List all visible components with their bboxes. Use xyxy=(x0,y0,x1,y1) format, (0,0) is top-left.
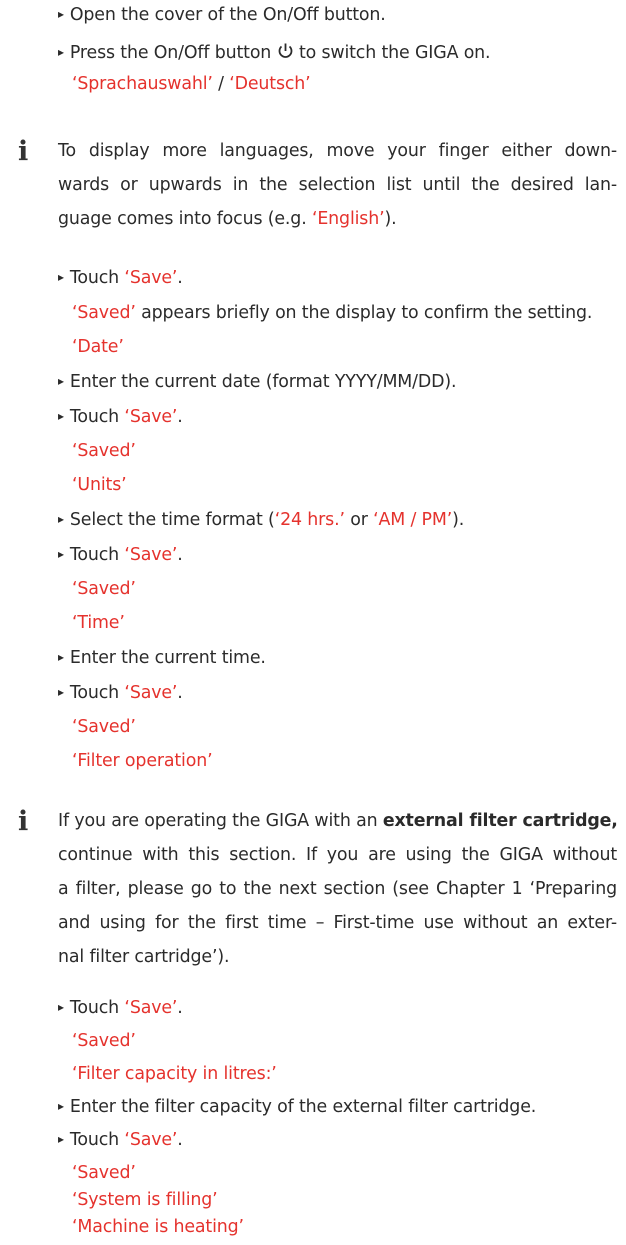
instruction-page: ▸ Open the cover of the On/Off button. ▸ P… xyxy=(0,0,626,1245)
step-touch-save: ▸ Touch ‘Save’. xyxy=(58,683,183,703)
step-touch-save: ▸ Touch ‘Save’. xyxy=(58,1130,183,1150)
display-saved: ‘Saved’ xyxy=(72,1163,136,1183)
display-saved: ‘Saved’ xyxy=(72,579,136,599)
note-languages-line1: To display more languages, move your fin… xyxy=(58,141,617,161)
step-press-power: ▸ Press the On/Off button to switch the G… xyxy=(58,43,491,63)
note-languages-line2: wards or upwards in the selection list u… xyxy=(58,175,617,195)
info-icon: i xyxy=(18,136,29,167)
display-saved: ‘Saved’ xyxy=(72,717,136,737)
note-filter-line1: If you are operating the GIGA with an ex… xyxy=(58,811,618,831)
note-filter-line5: nal filter cartridge’). xyxy=(58,947,230,967)
triangle-right-icon: ▸ xyxy=(58,685,64,699)
note-filter-line4: and using for the first time – First-tim… xyxy=(58,913,617,933)
triangle-right-icon: ▸ xyxy=(58,1132,64,1146)
display-filter-operation: ‘Filter operation’ xyxy=(72,751,213,771)
triangle-right-icon: ▸ xyxy=(58,45,64,59)
saved-confirmation: ‘Saved’ appears briefly on the display t… xyxy=(72,303,593,323)
triangle-right-icon: ▸ xyxy=(58,7,64,21)
step-enter-date: ▸ Enter the current date (format YYYY/MM/… xyxy=(58,372,457,392)
triangle-right-icon: ▸ xyxy=(58,1000,64,1014)
note-languages-line3: guage comes into focus (e.g. ‘English’). xyxy=(58,209,397,229)
power-icon xyxy=(278,43,292,58)
info-icon: i xyxy=(18,806,29,837)
step-touch-save: ▸ Touch ‘Save’. xyxy=(58,407,183,427)
note-filter-line3: a filter, please go to the next section … xyxy=(58,879,617,899)
step-touch-save: ▸ Touch ‘Save’. xyxy=(58,998,183,1018)
note-filter-line2: continue with this section. If you are u… xyxy=(58,845,617,865)
display-system-filling: ‘System is filling’ xyxy=(72,1190,218,1210)
display-language: ‘Sprachauswahl’ / ‘Deutsch’ xyxy=(72,74,311,94)
display-units: ‘Units’ xyxy=(72,475,127,495)
display-time: ‘Time’ xyxy=(72,613,125,633)
step-touch-save: ▸ Touch ‘Save’. xyxy=(58,268,183,288)
display-saved: ‘Saved’ xyxy=(72,1031,136,1051)
triangle-right-icon: ▸ xyxy=(58,374,64,388)
step-enter-filter-capacity: ▸ Enter the filter capacity of the extern… xyxy=(58,1097,537,1117)
step-select-time-format: ▸ Select the time format (‘24 hrs.’ or ‘A… xyxy=(58,510,465,530)
display-date: ‘Date’ xyxy=(72,337,124,357)
triangle-right-icon: ▸ xyxy=(58,1099,64,1113)
display-machine-heating: ‘Machine is heating’ xyxy=(72,1217,244,1237)
step-open-cover: ▸ Open the cover of the On/Off button. xyxy=(58,5,386,25)
triangle-right-icon: ▸ xyxy=(58,409,64,423)
display-saved: ‘Saved’ xyxy=(72,441,136,461)
triangle-right-icon: ▸ xyxy=(58,650,64,664)
step-enter-time: ▸ Enter the current time. xyxy=(58,648,266,668)
triangle-right-icon: ▸ xyxy=(58,512,64,526)
display-filter-capacity: ‘Filter capacity in litres:’ xyxy=(72,1064,277,1084)
triangle-right-icon: ▸ xyxy=(58,547,64,561)
triangle-right-icon: ▸ xyxy=(58,270,64,284)
step-touch-save: ▸ Touch ‘Save’. xyxy=(58,545,183,565)
